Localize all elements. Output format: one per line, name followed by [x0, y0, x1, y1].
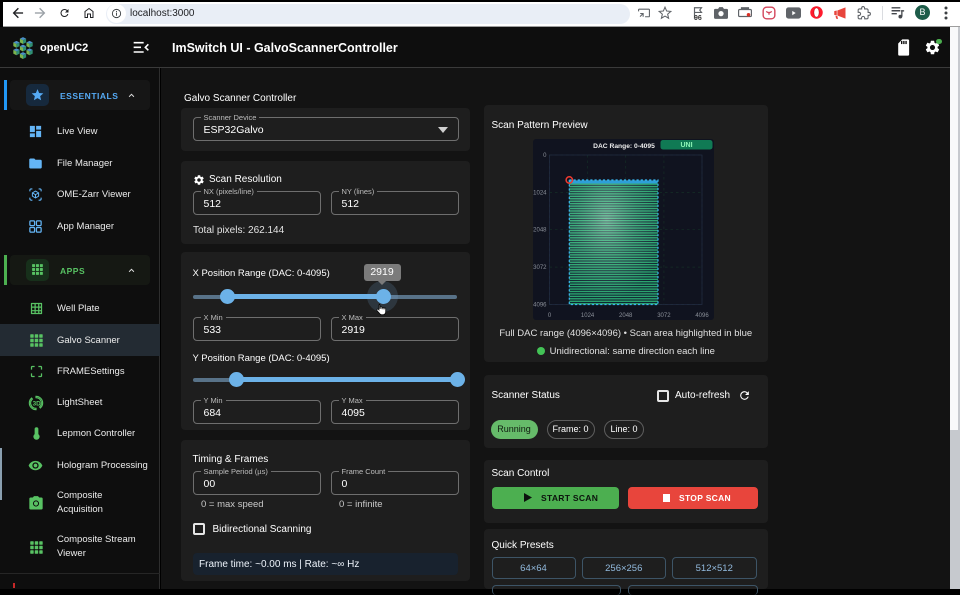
svg-text:3072: 3072 [533, 265, 547, 271]
svg-text:2048: 2048 [619, 313, 633, 319]
svg-text:1024: 1024 [580, 313, 594, 319]
svg-text:3D: 3D [33, 400, 42, 407]
svg-text:1024: 1024 [533, 190, 547, 196]
svg-text:4096: 4096 [533, 302, 547, 308]
svg-text:DAC Range: 0-4095: DAC Range: 0-4095 [593, 143, 655, 150]
svg-text:4096: 4096 [695, 313, 709, 319]
svg-text:3072: 3072 [657, 313, 671, 319]
svg-text:2048: 2048 [533, 227, 547, 233]
svg-text:UNI: UNI [680, 142, 692, 149]
